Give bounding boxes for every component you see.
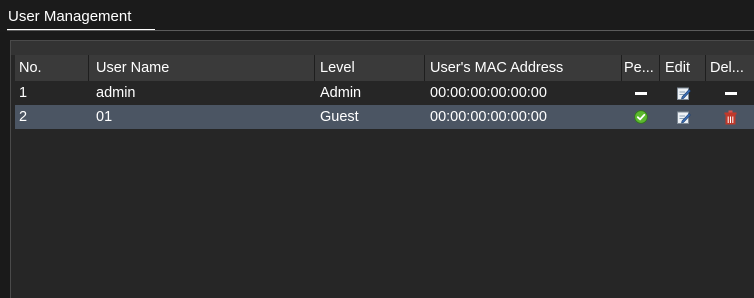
row-mac-address: 00:00:00:00:00:00 xyxy=(430,85,547,101)
panel-top-strip xyxy=(11,41,754,55)
user-table-panel: No. User Name Level User's MAC Address P… xyxy=(10,40,754,298)
row-user-name: admin xyxy=(96,85,136,101)
edit-icon[interactable] xyxy=(660,105,706,129)
column-header-no[interactable]: No. xyxy=(15,55,89,81)
column-header-user-name[interactable]: User Name xyxy=(89,55,315,81)
dash-icon xyxy=(706,81,754,105)
row-user-name: 01 xyxy=(96,109,113,125)
row-number: 2 xyxy=(19,109,28,125)
title-divider xyxy=(7,30,754,31)
column-header-level[interactable]: Level xyxy=(315,55,425,81)
column-header-permission[interactable]: Pe... xyxy=(622,55,660,81)
table-header: No. User Name Level User's MAC Address P… xyxy=(15,55,754,81)
column-header-mac-address[interactable]: User's MAC Address xyxy=(425,55,622,81)
check-circle-icon[interactable] xyxy=(622,105,660,129)
trash-icon[interactable] xyxy=(706,105,754,129)
title-bar: User Management xyxy=(0,0,754,32)
row-level: Guest xyxy=(320,109,359,125)
column-header-edit[interactable]: Edit xyxy=(660,55,706,81)
column-header-delete[interactable]: Del... xyxy=(706,55,754,81)
page-title: User Management xyxy=(8,8,132,25)
row-level: Admin xyxy=(320,85,362,101)
row-number: 1 xyxy=(19,85,28,101)
row-mac-address: 00:00:00:00:00:00 xyxy=(430,109,547,125)
table-row-selected[interactable]: 2 01 Guest 00:00:00:00:00:00 xyxy=(15,105,754,129)
edit-icon[interactable] xyxy=(660,81,706,105)
dash-icon xyxy=(622,81,660,105)
user-table: No. User Name Level User's MAC Address P… xyxy=(15,55,754,129)
table-row[interactable]: 1 admin Admin 00:00:00:00:00:00 xyxy=(15,81,754,105)
